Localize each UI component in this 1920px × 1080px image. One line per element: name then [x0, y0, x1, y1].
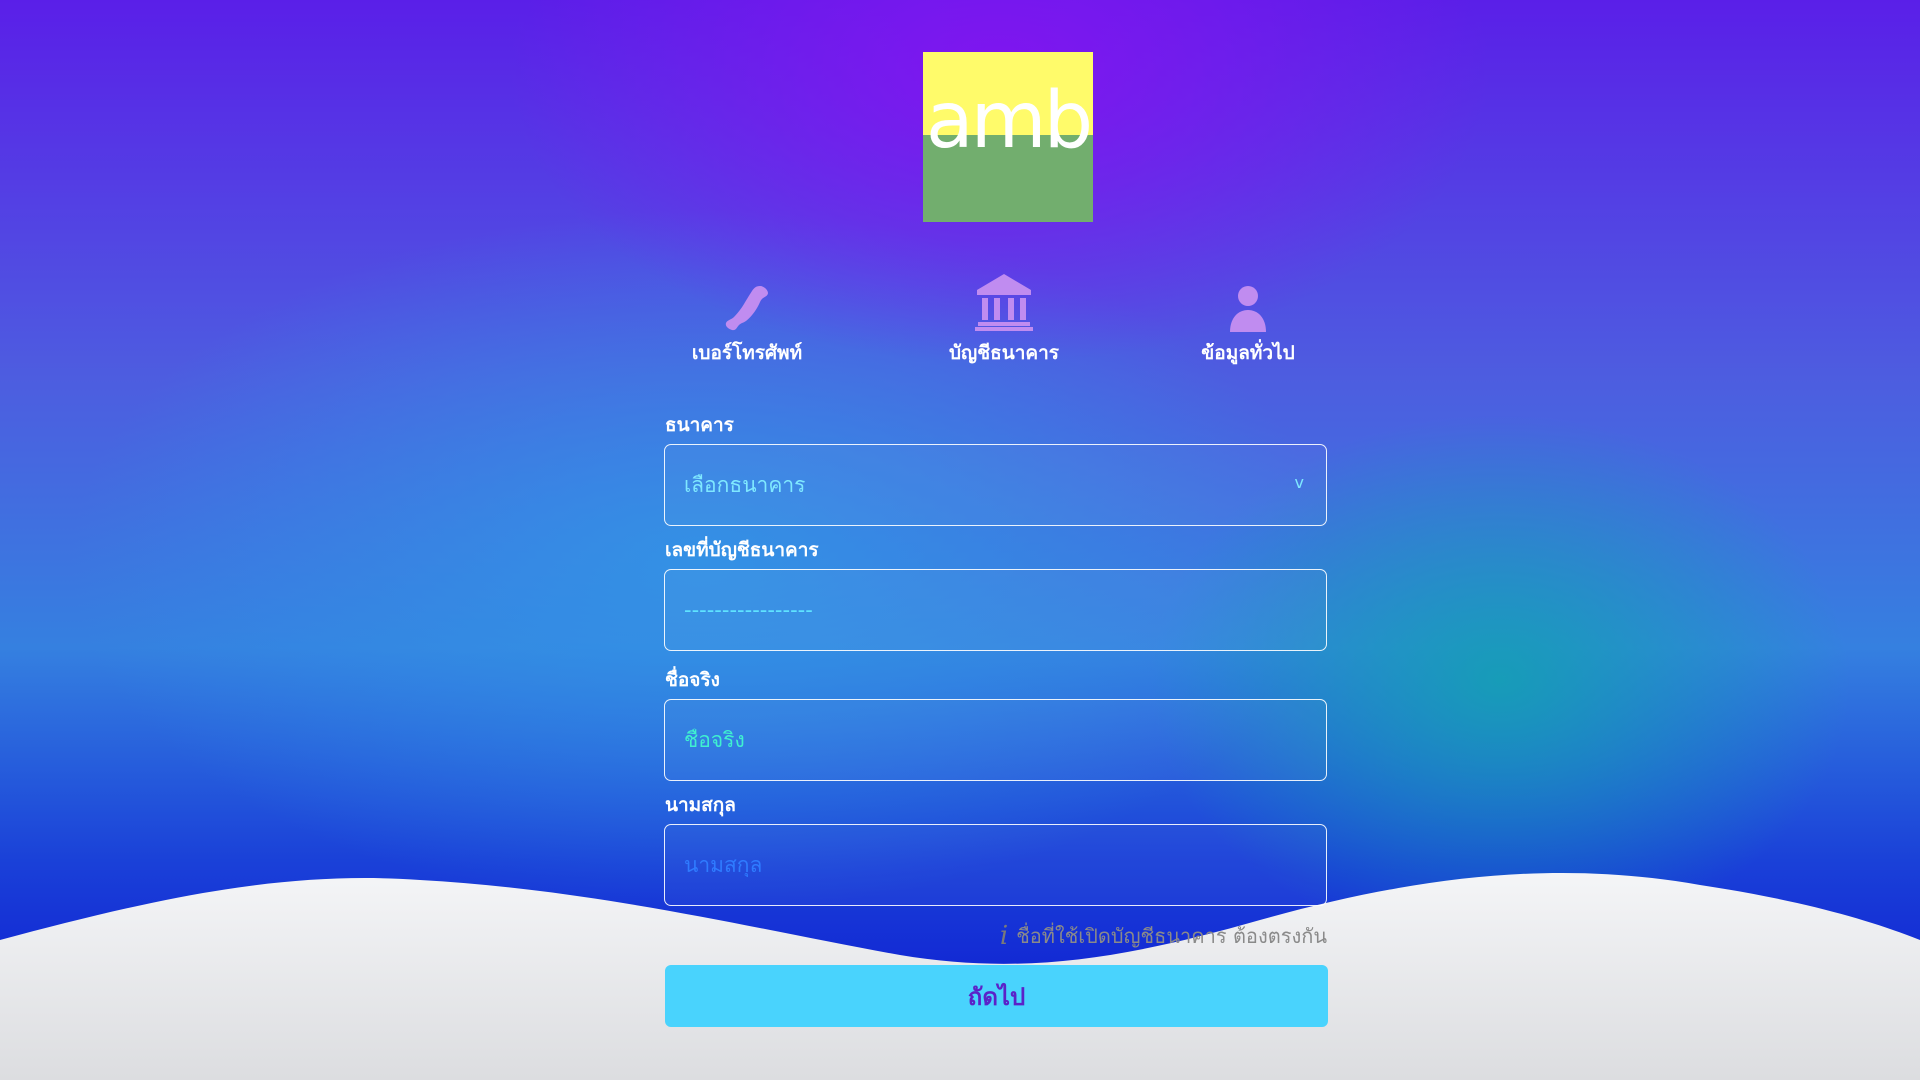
- first-name-input[interactable]: [684, 728, 1264, 752]
- step-phone-label: เบอร์โทรศัพท์: [691, 342, 803, 364]
- last-name-field: [664, 824, 1327, 906]
- info-icon: i: [999, 921, 1009, 951]
- step-bank[interactable]: บัญชีธนาคาร: [904, 270, 1104, 368]
- hint-text: ชื่อที่ใช้เปิดบัญชีธนาคาร ต้องตรงกัน: [1016, 924, 1327, 948]
- bank-select-value: เลือกธนาคาร: [684, 472, 806, 497]
- name-match-hint: i ชื่อที่ใช้เปิดบัญชีธนาคาร ต้องตรงกัน: [1000, 920, 1327, 952]
- step-phone[interactable]: เบอร์โทรศัพท์: [647, 270, 847, 368]
- user-icon: [1230, 286, 1266, 332]
- bank-select[interactable]: เลือกธนาคาร v: [664, 444, 1327, 526]
- logo-text: amb: [925, 76, 1093, 166]
- step-general-info-label: ข้อมูลทั่วไป: [1201, 342, 1295, 364]
- bank-label: ธนาคาร: [665, 414, 734, 436]
- last-name-input[interactable]: [684, 853, 1264, 877]
- bank-icon: [975, 274, 1033, 331]
- account-number-label: เลขที่บัญชีธนาคาร: [665, 539, 819, 561]
- step-general-info[interactable]: ข้อมูลทั่วไป: [1148, 270, 1348, 368]
- page: amb เบอร์โทรศัพท์ บัญชีธนาคาร ข้อมูลทั่ว…: [0, 0, 1920, 1080]
- step-bank-label: บัญชีธนาคาร: [949, 342, 1059, 364]
- step-indicator: เบอร์โทรศัพท์ บัญชีธนาคาร ข้อมูลทั่วไป: [0, 270, 1920, 370]
- account-number-field: [664, 569, 1327, 651]
- chevron-down-icon: v: [1294, 473, 1304, 492]
- phone-icon: [725, 286, 768, 331]
- first-name-field: [664, 699, 1327, 781]
- account-number-input[interactable]: [684, 598, 1264, 622]
- first-name-label: ชื่อจริง: [665, 669, 720, 691]
- next-button[interactable]: ถัดไป: [665, 965, 1328, 1027]
- amb-logo: amb: [923, 52, 1093, 222]
- last-name-label: นามสกุล: [665, 794, 736, 816]
